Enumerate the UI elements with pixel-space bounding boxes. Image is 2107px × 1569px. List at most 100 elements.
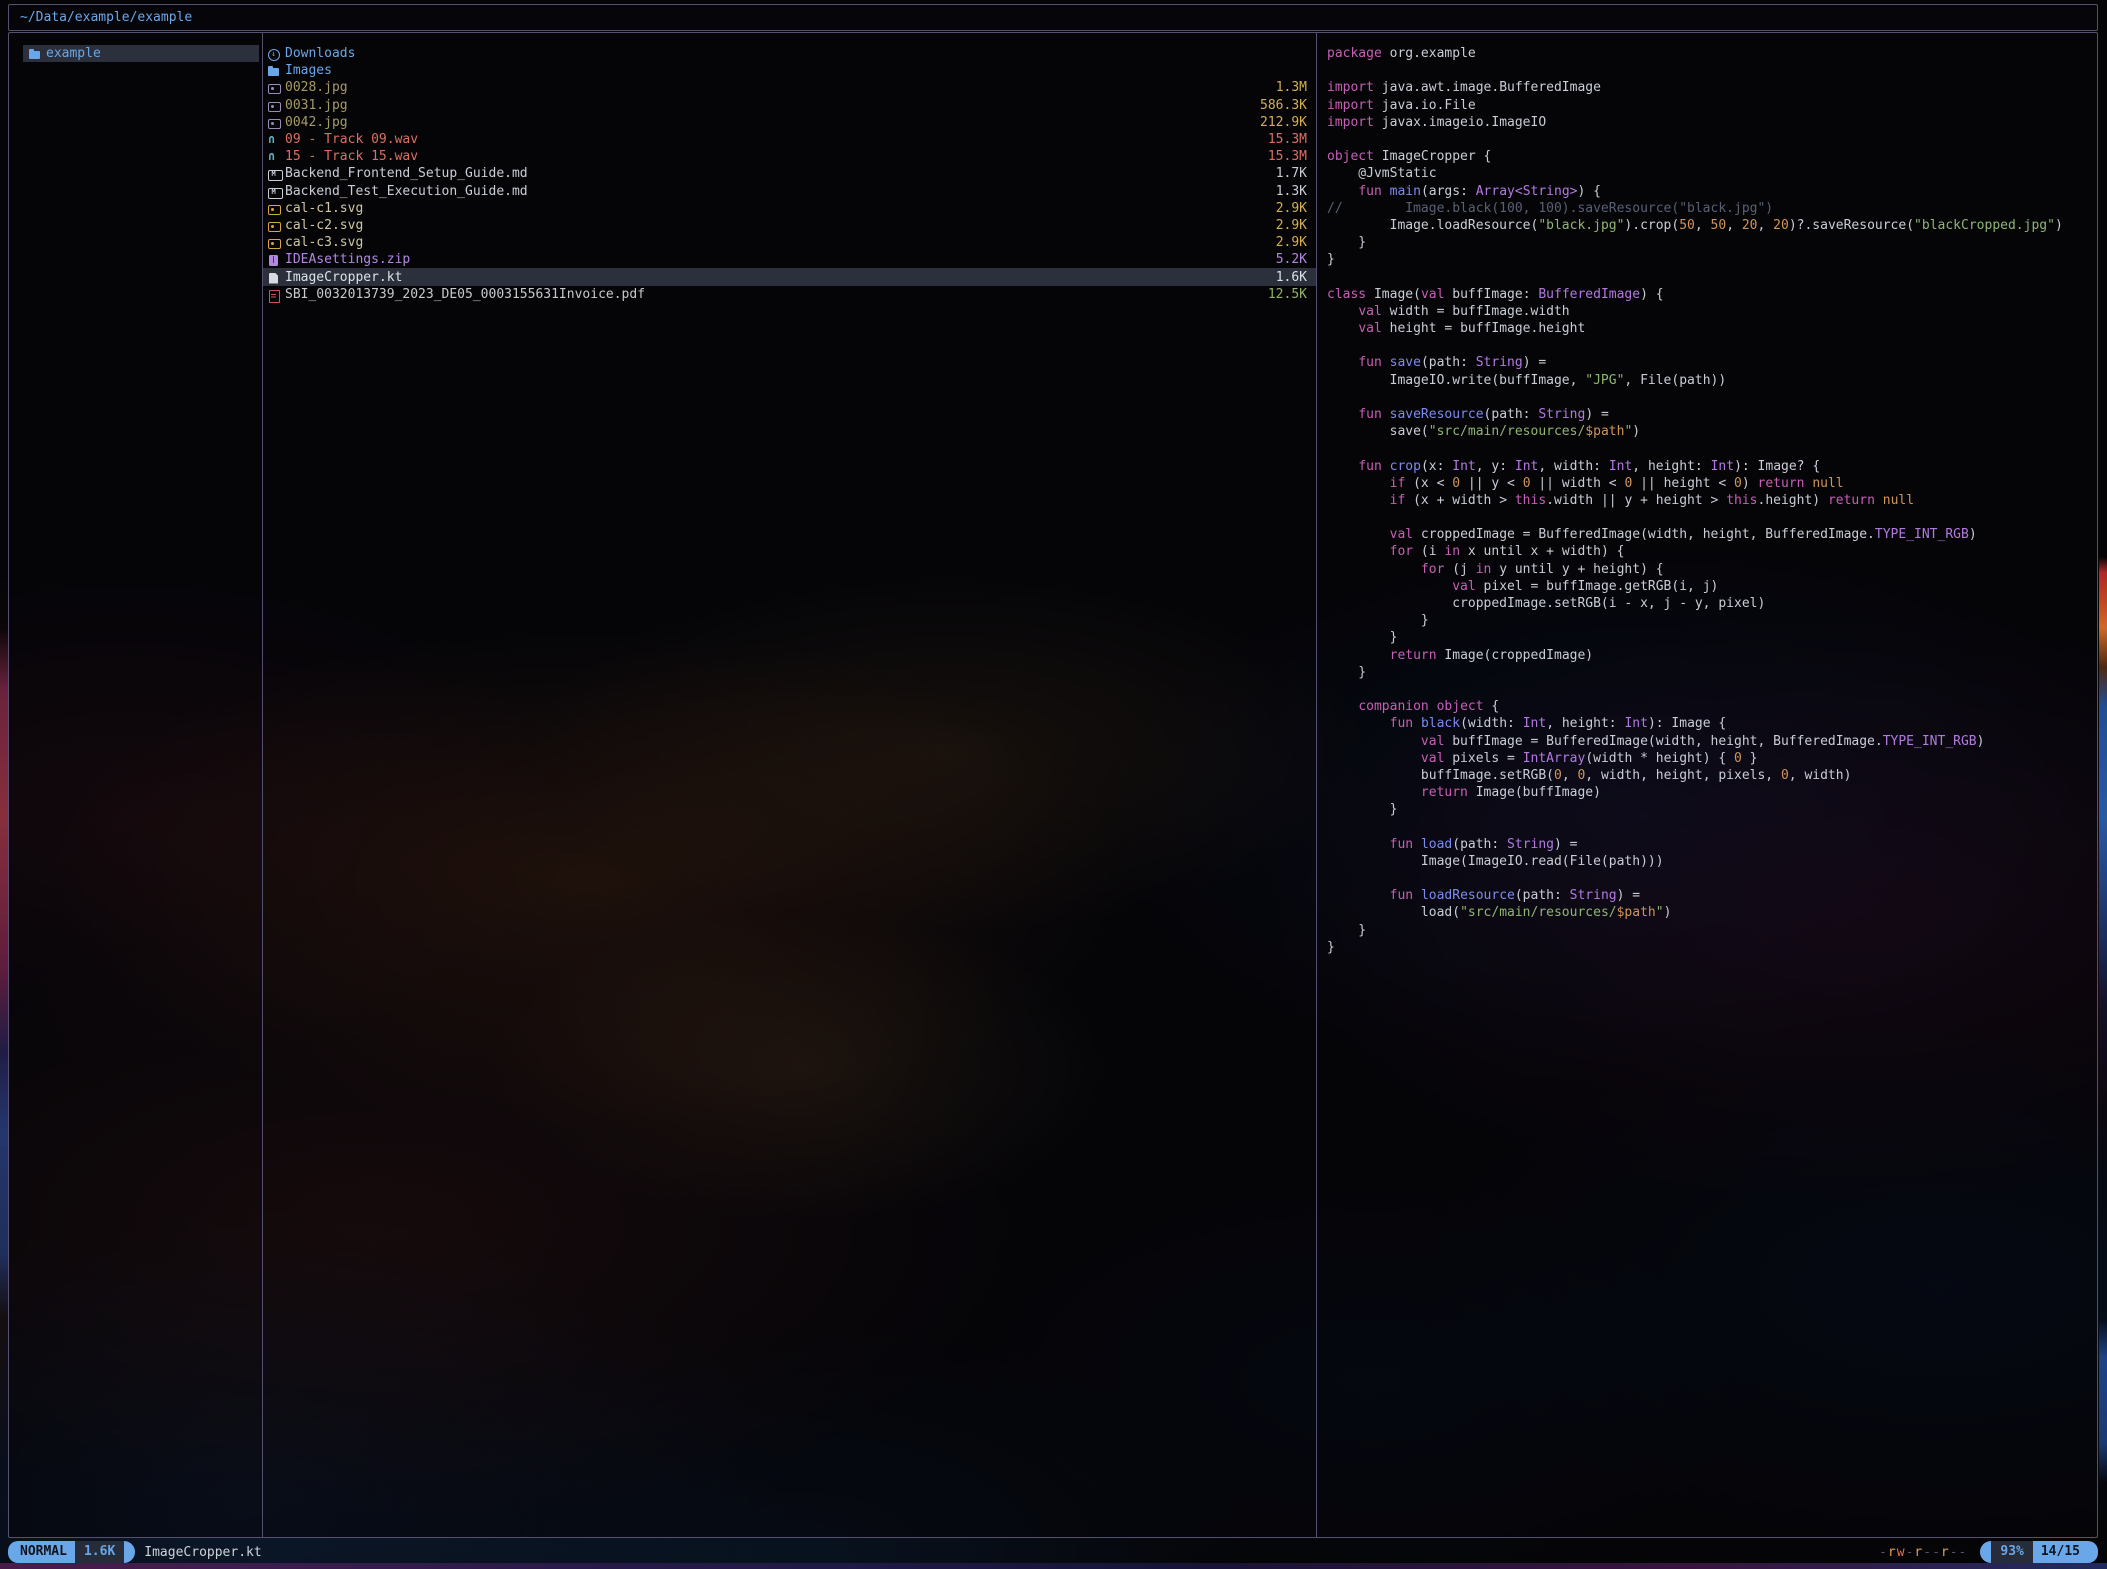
markdown-icon (268, 167, 282, 180)
wallpaper-edge-bottom (0, 1563, 2107, 1569)
code-line: val pixels = IntArray(width * height) { … (1327, 750, 2091, 767)
mode-indicator: NORMAL (18, 1541, 75, 1563)
file-size: 15.3M (1268, 132, 1307, 147)
file-row[interactable]: 15 - Track 15.wav15.3M (263, 148, 1316, 165)
position-pill-cap-left (1980, 1541, 1991, 1563)
code-line: } (1327, 251, 2091, 268)
code-line: val croppedImage = BufferedImage(width, … (1327, 526, 2091, 543)
code-line (1327, 681, 2091, 698)
file-name: cal-c1.svg (285, 201, 363, 216)
titlebar: ~/Data/example/example (8, 4, 2098, 31)
file-size: 586.3K (1260, 98, 1307, 113)
code-line: buffImage.setRGB(0, 0, width, height, pi… (1327, 767, 2091, 784)
code-line: class Image(val buffImage: BufferedImage… (1327, 286, 2091, 303)
file-row[interactable]: 0031.jpg586.3K (263, 97, 1316, 114)
terminal-window: ~/Data/example/example example Downloads… (8, 4, 2098, 1563)
code-line: if (x < 0 || y < 0 || width < 0 || heigh… (1327, 475, 2091, 492)
code-line: fun crop(x: Int, y: Int, width: Int, hei… (1327, 458, 2091, 475)
file-row[interactable]: ImageCropper.kt1.6K (263, 268, 1316, 285)
code-line: package org.example (1327, 45, 2091, 62)
vector-image-icon (268, 202, 282, 215)
preview-pane: package org.example import java.awt.imag… (1317, 33, 2097, 1537)
file-size: 212.9K (1260, 115, 1307, 130)
file-row[interactable]: cal-c3.svg2.9K (263, 234, 1316, 251)
code-line (1327, 440, 2091, 457)
code-line: } (1327, 612, 2091, 629)
file-row[interactable]: 0028.jpg1.3M (263, 79, 1316, 96)
file-row[interactable]: 09 - Track 09.wav 15.3M (263, 131, 1316, 148)
file-row[interactable]: 0042.jpg 212.9K (263, 114, 1316, 131)
code-line: fun loadResource(path: String) = (1327, 887, 2091, 904)
code-line: val pixel = buffImage.getRGB(i, j) (1327, 578, 2091, 595)
code-line: object ImageCropper { (1327, 148, 2091, 165)
code-line: for (j in y until y + height) { (1327, 561, 2091, 578)
code-line: import java.awt.image.BufferedImage (1327, 79, 2091, 96)
parent-dir-row[interactable]: example (23, 45, 259, 62)
parent-dir-name: example (46, 46, 101, 61)
code-line (1327, 509, 2091, 526)
code-line (1327, 62, 2091, 79)
file-size: 1.7K (1276, 166, 1307, 181)
status-filename: ImageCropper.kt (144, 1545, 261, 1560)
code-line: } (1327, 629, 2091, 646)
code-line: fun saveResource(path: String) = (1327, 406, 2091, 423)
scroll-percent: 93% (1991, 1541, 2032, 1563)
file-row[interactable]: Backend_Test_Execution_Guide.md1.3K (263, 183, 1316, 200)
markdown-icon (268, 185, 282, 198)
file-row[interactable]: Images (263, 62, 1316, 79)
code-line: croppedImage.setRGB(i - x, j - y, pixel) (1327, 595, 2091, 612)
file-name: cal-c2.svg (285, 218, 363, 233)
file-row[interactable]: cal-c2.svg2.9K (263, 217, 1316, 234)
cwd-path: ~/Data/example/example (20, 10, 192, 25)
wallpaper-edge-left (0, 0, 8, 1569)
file-size: 12.5K (1268, 287, 1307, 302)
desktop: ~/Data/example/example example Downloads… (0, 0, 2107, 1569)
file-name: 15 - Track 15.wav (285, 149, 418, 164)
file-name: 0042.jpg (285, 115, 348, 130)
file-name: Backend_Frontend_Setup_Guide.md (285, 166, 528, 181)
file-name: Downloads (285, 46, 355, 61)
code-line: val buffImage = BufferedImage(width, hei… (1327, 733, 2091, 750)
audio-icon (268, 150, 282, 163)
file-row[interactable]: Backend_Frontend_Setup_Guide.md 1.7K (263, 165, 1316, 182)
code-line: return Image(buffImage) (1327, 784, 2091, 801)
file-size: 5.2K (1276, 252, 1307, 267)
file-name: Backend_Test_Execution_Guide.md (285, 184, 528, 199)
code-line: @JvmStatic (1327, 165, 2091, 182)
code-line (1327, 389, 2091, 406)
cursor-position: 14/15 (2033, 1541, 2088, 1563)
file-row[interactable]: Downloads (263, 45, 1316, 62)
file-name: 09 - Track 09.wav (285, 132, 418, 147)
audio-icon (268, 133, 282, 146)
folder-icon (268, 64, 282, 77)
file-row[interactable]: cal-c1.svg2.9K (263, 200, 1316, 217)
folder-icon (29, 47, 43, 60)
file-name: Images (285, 63, 332, 78)
image-icon (268, 81, 282, 94)
code-line: fun load(path: String) = (1327, 836, 2091, 853)
code-line: } (1327, 939, 2091, 956)
vector-image-icon (268, 236, 282, 249)
code-line: import java.io.File (1327, 97, 2091, 114)
wallpaper-edge-right (2099, 0, 2107, 1569)
powerline-arrow-icon (124, 1541, 135, 1563)
parent-pane: example (9, 33, 263, 1537)
code-line (1327, 131, 2091, 148)
code-line: save("src/main/resources/$path") (1327, 423, 2091, 440)
code-line (1327, 818, 2091, 835)
code-line (1327, 870, 2091, 887)
code-line: } (1327, 664, 2091, 681)
code-line: val height = buffImage.height (1327, 320, 2091, 337)
image-icon (268, 116, 282, 129)
status-right: -rw-r--r-- 93% 14/15 (1879, 1541, 2098, 1563)
file-name: cal-c3.svg (285, 235, 363, 250)
file-manager: example Downloads Images0028.jpg1.3M0031.… (8, 32, 2098, 1538)
file-name: IDEAsettings.zip (285, 252, 410, 267)
file-name: ImageCropper.kt (285, 270, 402, 285)
file-row[interactable]: IDEAsettings.zip 5.2K (263, 251, 1316, 268)
download-folder-icon (268, 47, 282, 60)
code-line: for (i in x until x + width) { (1327, 543, 2091, 560)
code-line: } (1327, 922, 2091, 939)
file-row[interactable]: SBI_0032013739_2023_DE05_0003155631Invoi… (263, 286, 1316, 303)
code-line: if (x + width > this.width || y + height… (1327, 492, 2091, 509)
